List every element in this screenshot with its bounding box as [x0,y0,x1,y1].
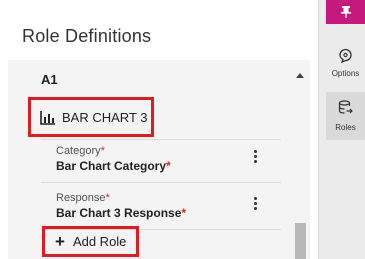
pin-button[interactable] [326,0,365,24]
required-mark: * [100,145,105,157]
panel-title: Role Definitions [22,26,152,46]
role-name: Bar Chart Category [56,159,167,173]
role-menu-kebab-icon[interactable] [249,197,261,213]
add-role-label: Add Role [72,234,127,249]
plus-icon: + [55,232,65,251]
role-type-label: Response [56,192,106,204]
role-item-category[interactable]: Category* Bar Chart Category* [56,145,171,173]
role-definitions-panel: Role Definitions A1 BAR CHART 3 Category… [0,0,318,259]
role-menu-kebab-icon[interactable] [249,150,261,166]
roles-icon [338,100,353,114]
options-label: Options [331,69,360,78]
divider [41,182,281,183]
required-mark: * [166,159,171,173]
chart-item-bar-chart-3[interactable]: BAR CHART 3 [28,97,154,137]
role-type-label: Category [56,145,101,157]
options-icon [339,48,352,63]
roles-button[interactable]: Roles [326,92,365,140]
role-name: Bar Chart 3 Response [56,206,182,220]
add-role-button[interactable]: + Add Role [42,226,139,257]
vertical-scrollbar[interactable] [293,68,308,259]
section-label: A1 [41,72,58,87]
required-mark: * [105,192,110,204]
chart-label: BAR CHART 3 [62,110,148,125]
scroll-up-arrow-icon[interactable] [296,73,304,78]
roles-label: Roles [335,123,356,132]
scrollbar-thumb[interactable] [295,223,306,259]
required-mark: * [181,206,187,220]
options-button[interactable]: Options [326,40,365,88]
role-item-response[interactable]: Response* Bar Chart 3 Response* [56,192,186,220]
pin-icon [340,6,351,18]
divider [41,139,281,140]
bar-chart-icon [40,111,55,125]
